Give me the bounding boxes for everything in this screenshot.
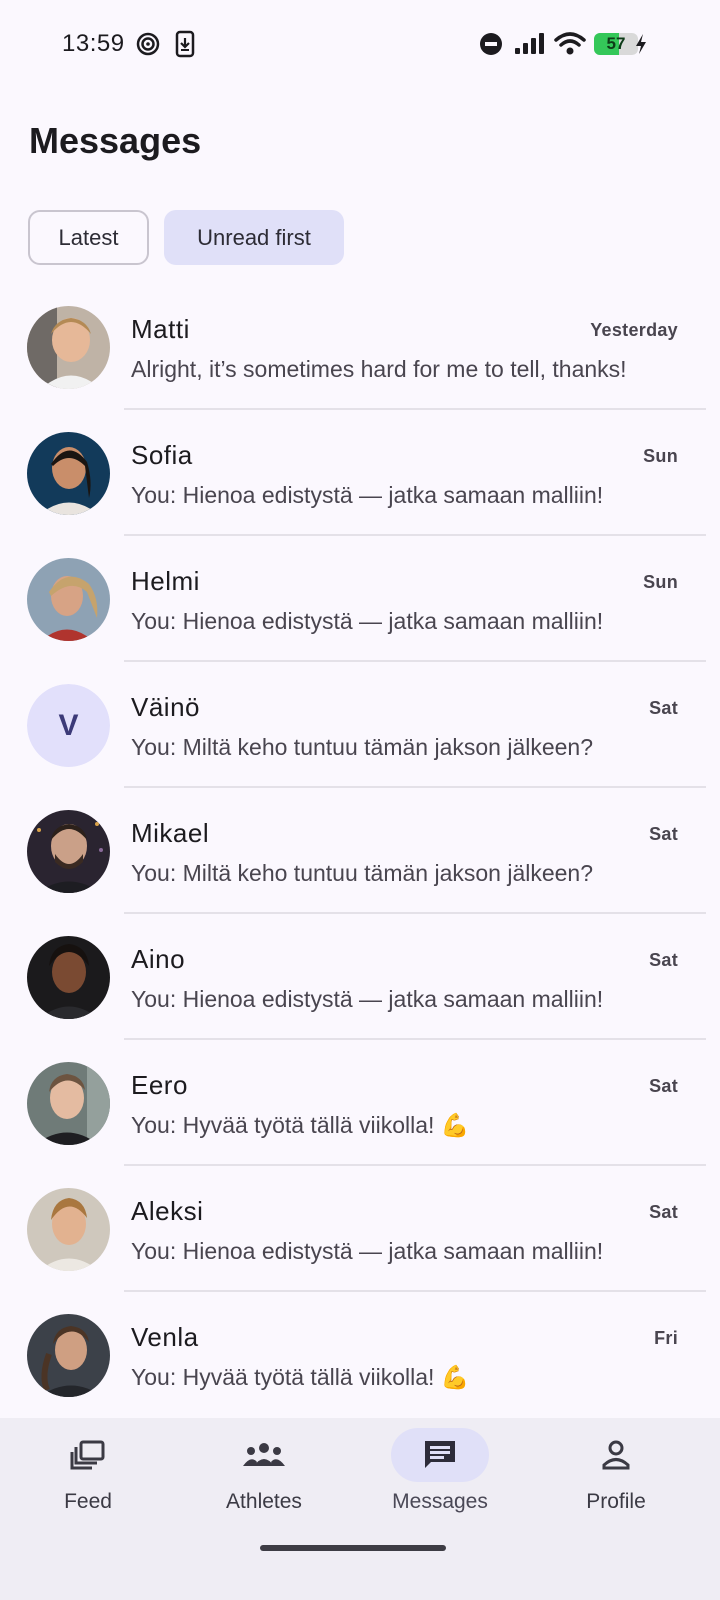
message-time: Yesterday xyxy=(590,320,678,340)
download-phone-icon xyxy=(175,30,195,63)
person-icon xyxy=(567,1428,665,1482)
nav-label: Athletes xyxy=(226,1490,302,1513)
bottom-nav: Feed Athletes Messages Profile xyxy=(0,1418,720,1600)
avatar-initial: V xyxy=(27,684,110,767)
contact-name: Aleksi xyxy=(131,1196,204,1226)
group-icon xyxy=(215,1428,313,1482)
target-icon xyxy=(136,30,160,63)
message-row[interactable]: Aleksi Sat You: Hienoa edistystä — jatka… xyxy=(0,1166,720,1292)
do-not-disturb-icon xyxy=(478,30,504,63)
contact-name: Väinö xyxy=(131,692,200,722)
message-time: Sun xyxy=(643,446,678,466)
contact-name: Aino xyxy=(131,944,186,974)
message-row[interactable]: V Väinö Sat You: Miltä keho tuntuu tämän… xyxy=(0,662,720,788)
contact-name: Sofia xyxy=(131,440,193,470)
avatar xyxy=(27,1314,110,1397)
charging-icon xyxy=(634,30,648,63)
page-title: Messages xyxy=(29,120,202,161)
filter-chip-unread-first[interactable]: Unread first xyxy=(164,210,344,265)
message-time: Sat xyxy=(649,824,678,844)
message-preview: Alright, it’s sometimes hard for me to t… xyxy=(131,356,627,382)
message-preview: You: Hienoa edistystä — jatka samaan mal… xyxy=(131,986,604,1012)
home-indicator[interactable] xyxy=(260,1545,446,1551)
status-time: 13:59 xyxy=(62,30,125,57)
nav-label: Messages xyxy=(392,1490,488,1513)
message-preview: You: Hienoa edistystä — jatka samaan mal… xyxy=(131,1238,604,1264)
avatar xyxy=(27,1188,110,1271)
contact-name: Eero xyxy=(131,1070,188,1100)
wifi-icon xyxy=(554,30,586,63)
message-preview: You: Hienoa edistystä — jatka samaan mal… xyxy=(131,608,604,634)
contact-name: Mikael xyxy=(131,818,210,848)
avatar xyxy=(27,936,110,1019)
nav-label: Feed xyxy=(64,1490,112,1513)
message-row[interactable]: Helmi Sun You: Hienoa edistystä — jatka … xyxy=(0,536,720,662)
message-preview: You: Miltä keho tuntuu tämän jakson jälk… xyxy=(131,734,594,760)
message-preview: You: Hyvää työtä tällä viikolla! 💪 xyxy=(131,1112,470,1138)
feed-icon xyxy=(39,1428,137,1482)
message-icon xyxy=(391,1428,489,1482)
message-row[interactable]: Venla Fri You: Hyvää työtä tällä viikoll… xyxy=(0,1292,720,1418)
avatar xyxy=(27,1062,110,1145)
message-preview: You: Hyvää työtä tällä viikolla! 💪 xyxy=(131,1364,470,1390)
filter-chip-latest[interactable]: Latest xyxy=(28,210,149,265)
nav-item-athletes[interactable]: Athletes xyxy=(176,1418,352,1538)
contact-name: Matti xyxy=(131,314,190,344)
message-time: Sat xyxy=(649,1202,678,1222)
message-time: Sat xyxy=(649,698,678,718)
message-preview: You: Hienoa edistystä — jatka samaan mal… xyxy=(131,482,604,508)
battery-icon: 57 xyxy=(594,33,638,55)
message-row[interactable]: Eero Sat You: Hyvää työtä tällä viikolla… xyxy=(0,1040,720,1166)
contact-name: Venla xyxy=(131,1322,199,1352)
message-time: Sun xyxy=(643,572,678,592)
message-row[interactable]: Matti Yesterday Alright, it’s sometimes … xyxy=(0,284,720,410)
message-time: Sat xyxy=(649,950,678,970)
avatar xyxy=(27,306,110,389)
message-preview: You: Miltä keho tuntuu tämän jakson jälk… xyxy=(131,860,594,886)
message-row[interactable]: Aino Sat You: Hienoa edistystä — jatka s… xyxy=(0,914,720,1040)
status-bar: 13:59 57 xyxy=(0,0,720,90)
contact-name: Helmi xyxy=(131,566,200,596)
message-time: Sat xyxy=(649,1076,678,1096)
nav-label: Profile xyxy=(586,1490,646,1513)
battery-level: 57 xyxy=(606,34,626,53)
message-time: Fri xyxy=(654,1328,678,1348)
avatar xyxy=(27,810,110,893)
message-list: Matti Yesterday Alright, it’s sometimes … xyxy=(0,284,720,1418)
signal-icon xyxy=(513,30,547,63)
avatar xyxy=(27,558,110,641)
nav-item-profile[interactable]: Profile xyxy=(528,1418,704,1538)
message-row[interactable]: Mikael Sat You: Miltä keho tuntuu tämän … xyxy=(0,788,720,914)
message-row[interactable]: Sofia Sun You: Hienoa edistystä — jatka … xyxy=(0,410,720,536)
nav-item-messages[interactable]: Messages xyxy=(352,1418,528,1538)
avatar xyxy=(27,432,110,515)
nav-item-feed[interactable]: Feed xyxy=(0,1418,176,1538)
